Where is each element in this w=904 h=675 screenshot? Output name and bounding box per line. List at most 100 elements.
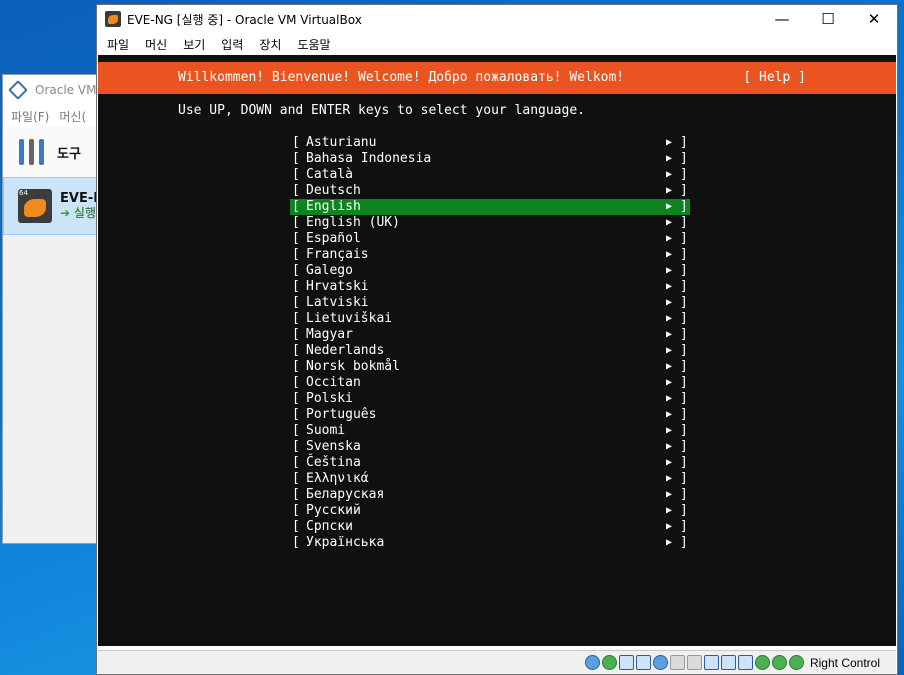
- language-option[interactable]: [Српски ▶]: [290, 519, 690, 535]
- audio-icon[interactable]: [618, 655, 634, 670]
- language-option-label: Português: [306, 407, 377, 422]
- help-button[interactable]: [ Help ]: [743, 70, 806, 85]
- option-right-bracket: ]: [680, 407, 688, 422]
- host-key-label: Right Control: [809, 655, 880, 670]
- submenu-arrow-icon: ▶: [666, 297, 673, 308]
- tools-label: 도구: [57, 146, 81, 162]
- option-right-bracket: ]: [680, 455, 688, 470]
- option-left-bracket: [: [292, 423, 300, 438]
- virtualization-icon[interactable]: [737, 655, 753, 670]
- language-option[interactable]: [Galego ▶]: [290, 263, 690, 279]
- language-option[interactable]: [English (UK) ▶]: [290, 215, 690, 231]
- language-option[interactable]: [Ελληνικά ▶]: [290, 471, 690, 487]
- virtualbox-logo-icon: [8, 80, 28, 100]
- language-option[interactable]: [Português ▶]: [290, 407, 690, 423]
- option-right-bracket: ]: [680, 167, 688, 182]
- language-option[interactable]: [Norsk bokmål ▶]: [290, 359, 690, 375]
- option-left-bracket: [: [292, 455, 300, 470]
- language-option[interactable]: [Bahasa Indonesia ▶]: [290, 151, 690, 167]
- language-option[interactable]: [Hrvatski ▶]: [290, 279, 690, 295]
- option-left-bracket: [: [292, 135, 300, 150]
- welcome-text: Willkommen! Bienvenue! Welcome! Добро по…: [178, 70, 625, 85]
- language-option[interactable]: [Українська ▶]: [290, 535, 690, 551]
- vm-console-window[interactable]: EVE-NG [실행 중] - Oracle VM VirtualBox — ☐…: [96, 4, 898, 675]
- option-right-bracket: ]: [680, 263, 688, 278]
- language-option[interactable]: [Español ▶]: [290, 231, 690, 247]
- manager-menu-machine[interactable]: 머신(: [59, 108, 86, 125]
- submenu-arrow-icon: ▶: [666, 473, 673, 484]
- menu-input[interactable]: 입력: [221, 36, 243, 53]
- submenu-arrow-icon: ▶: [666, 153, 673, 164]
- cpu-icon[interactable]: [720, 655, 736, 670]
- submenu-arrow-icon: ▶: [666, 313, 673, 324]
- language-option-label: Беларуская: [306, 487, 385, 502]
- submenu-arrow-icon: ▶: [666, 329, 673, 340]
- option-left-bracket: [: [292, 231, 300, 246]
- language-option[interactable]: [Français ▶]: [290, 247, 690, 263]
- window-titlebar[interactable]: EVE-NG [실행 중] - Oracle VM VirtualBox — ☐…: [97, 5, 897, 33]
- submenu-arrow-icon: ▶: [666, 233, 673, 244]
- option-right-bracket: ]: [680, 151, 688, 166]
- language-option[interactable]: [Asturianu ▶]: [290, 135, 690, 151]
- menu-file[interactable]: 파일: [107, 36, 129, 53]
- mouse-integration-icon[interactable]: [771, 655, 787, 670]
- display-icon[interactable]: [686, 655, 702, 670]
- language-option[interactable]: [Беларуская ▶]: [290, 487, 690, 503]
- language-option[interactable]: [Deutsch ▶]: [290, 183, 690, 199]
- option-left-bracket: [: [292, 391, 300, 406]
- language-option-label: Hrvatski: [306, 279, 369, 294]
- option-right-bracket: ]: [680, 535, 688, 550]
- language-option[interactable]: [Català ▶]: [290, 167, 690, 183]
- language-option[interactable]: [English ▶]: [290, 199, 690, 215]
- maximize-button[interactable]: ☐: [805, 5, 851, 33]
- recording-icon[interactable]: [703, 655, 719, 670]
- guest-additions-icon[interactable]: [754, 655, 770, 670]
- tools-icon: [17, 137, 47, 167]
- language-option[interactable]: [Suomi ▶]: [290, 423, 690, 439]
- language-option[interactable]: [Latviski ▶]: [290, 295, 690, 311]
- language-option[interactable]: [Русский ▶]: [290, 503, 690, 519]
- language-option[interactable]: [Occitan ▶]: [290, 375, 690, 391]
- menu-devices[interactable]: 장치: [259, 36, 281, 53]
- manager-menu-file[interactable]: 파일(F): [11, 108, 49, 125]
- option-left-bracket: [: [292, 359, 300, 374]
- hard-disk-icon[interactable]: [584, 655, 600, 670]
- close-button[interactable]: ✕: [851, 5, 897, 33]
- option-left-bracket: [: [292, 439, 300, 454]
- menu-view[interactable]: 보기: [183, 36, 205, 53]
- language-option[interactable]: [Polski ▶]: [290, 391, 690, 407]
- language-option-label: Polski: [306, 391, 353, 406]
- language-instruction: Use UP, DOWN and ENTER keys to select yo…: [178, 103, 585, 118]
- language-option[interactable]: [Magyar ▶]: [290, 327, 690, 343]
- submenu-arrow-icon: ▶: [666, 425, 673, 436]
- language-option[interactable]: [Lietuviškai ▶]: [290, 311, 690, 327]
- keyboard-capture-icon[interactable]: [788, 655, 804, 670]
- language-option-label: Русский: [306, 503, 361, 518]
- language-option-label: English (UK): [306, 215, 400, 230]
- optical-drive-icon[interactable]: [601, 655, 617, 670]
- option-left-bracket: [: [292, 503, 300, 518]
- language-option-label: Norsk bokmål: [306, 359, 400, 374]
- option-left-bracket: [: [292, 343, 300, 358]
- language-option[interactable]: [Čeština ▶]: [290, 455, 690, 471]
- language-option-label: Asturianu: [306, 135, 377, 150]
- option-right-bracket: ]: [680, 247, 688, 262]
- option-right-bracket: ]: [680, 359, 688, 374]
- language-option-label: Lietuviškai: [306, 311, 393, 326]
- status-bar: Right Control: [98, 650, 896, 674]
- language-option-label: Català: [306, 167, 353, 182]
- network-icon[interactable]: [635, 655, 651, 670]
- minimize-button[interactable]: —: [759, 5, 805, 33]
- option-left-bracket: [: [292, 183, 300, 198]
- menu-help[interactable]: 도움말: [297, 36, 330, 53]
- language-option-label: Magyar: [306, 327, 353, 342]
- usb-icon[interactable]: [652, 655, 668, 670]
- vm-display[interactable]: Willkommen! Bienvenue! Welcome! Добро по…: [98, 55, 896, 646]
- shared-folders-icon[interactable]: [669, 655, 685, 670]
- menu-machine[interactable]: 머신: [145, 36, 167, 53]
- language-option[interactable]: [Svenska ▶]: [290, 439, 690, 455]
- language-option[interactable]: [Nederlands ▶]: [290, 343, 690, 359]
- option-right-bracket: ]: [680, 423, 688, 438]
- language-option-label: Bahasa Indonesia: [306, 151, 432, 166]
- option-left-bracket: [: [292, 487, 300, 502]
